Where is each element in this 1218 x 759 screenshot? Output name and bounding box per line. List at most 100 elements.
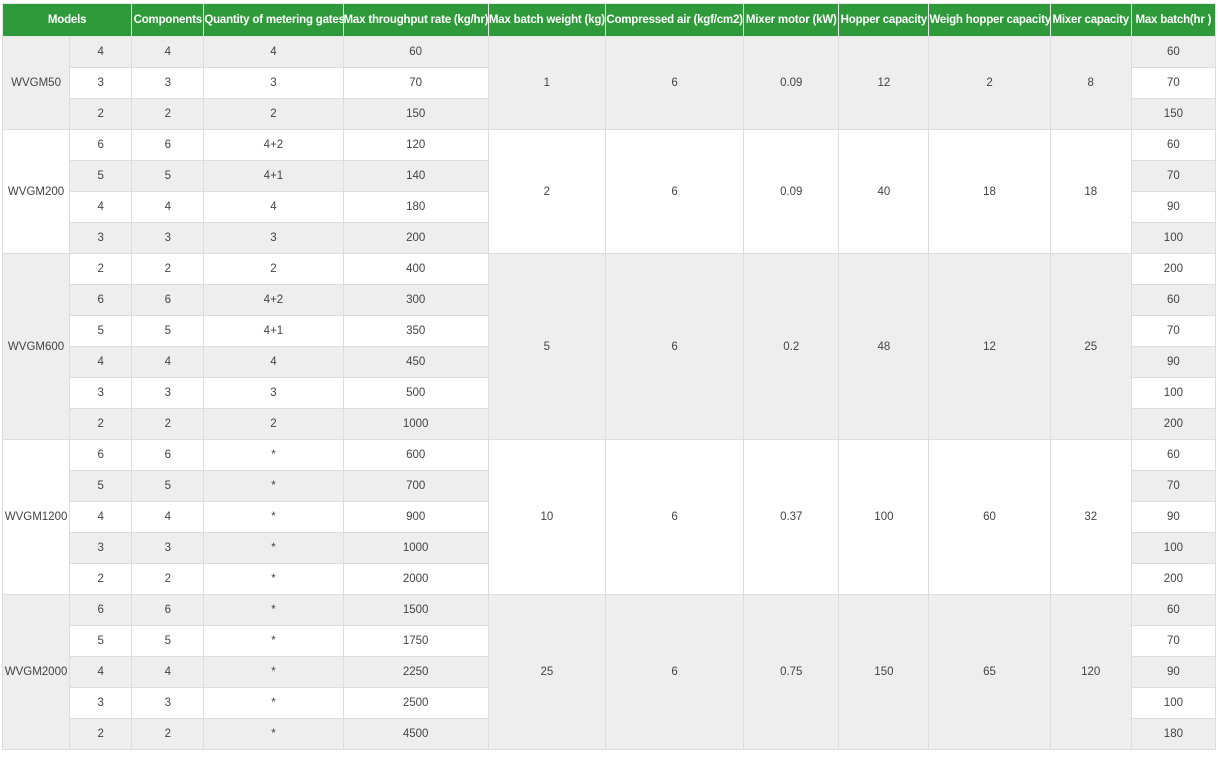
mixer-motor-cell: 0.75 bbox=[743, 594, 840, 750]
max-batch-hr-cell: 180 bbox=[1130, 718, 1217, 750]
row-number-cell: 2 bbox=[69, 98, 133, 130]
max-batch-hr-cell: 90 bbox=[1130, 501, 1217, 533]
components-cell: 2 bbox=[131, 408, 205, 440]
hopper-capacity-cell: 48 bbox=[838, 253, 930, 440]
model-name-cell: WVGM200 bbox=[1, 129, 71, 254]
header-row: Models Components Quantity of metering g… bbox=[1, 3, 1217, 37]
row-number-cell: 2 bbox=[69, 408, 133, 440]
compressed-air-cell: 6 bbox=[604, 36, 745, 130]
metering-gates-cell: 4 bbox=[203, 191, 344, 223]
throughput-cell: 150 bbox=[342, 98, 489, 130]
model-name-cell: WVGM1200 bbox=[1, 439, 71, 595]
metering-gates-cell: 3 bbox=[203, 222, 344, 254]
row-number-cell: 3 bbox=[69, 67, 133, 99]
row-number-cell: 2 bbox=[69, 253, 133, 285]
header-weigh-hopper-capacity: Weigh hopper capacity bbox=[928, 3, 1051, 37]
components-cell: 4 bbox=[131, 346, 205, 378]
header-max-batch-weight: Max batch weight (kg) bbox=[487, 3, 606, 37]
metering-gates-cell: 3 bbox=[203, 377, 344, 409]
throughput-cell: 60 bbox=[342, 36, 489, 68]
row-number-cell: 2 bbox=[69, 563, 133, 595]
throughput-cell: 2250 bbox=[342, 656, 489, 688]
metering-gates-cell: * bbox=[203, 594, 344, 626]
throughput-cell: 180 bbox=[342, 191, 489, 223]
throughput-cell: 300 bbox=[342, 284, 489, 316]
components-cell: 3 bbox=[131, 67, 205, 99]
max-batch-hr-cell: 60 bbox=[1130, 36, 1217, 68]
components-cell: 6 bbox=[131, 129, 205, 161]
compressed-air-cell: 6 bbox=[604, 253, 745, 440]
metering-gates-cell: 4 bbox=[203, 346, 344, 378]
max-batch-hr-cell: 200 bbox=[1130, 563, 1217, 595]
hopper-capacity-cell: 100 bbox=[838, 439, 930, 595]
header-mixer-motor: Mixer motor (kW) bbox=[743, 3, 840, 37]
components-cell: 5 bbox=[131, 160, 205, 192]
table-row: WVGM200 6 6 4+2 120 2 6 0.09 40 18 18 60 bbox=[1, 129, 1217, 254]
components-cell: 2 bbox=[131, 253, 205, 285]
metering-gates-cell: 4+1 bbox=[203, 315, 344, 347]
components-cell: 2 bbox=[131, 563, 205, 595]
row-number-cell: 3 bbox=[69, 532, 133, 564]
throughput-cell: 500 bbox=[342, 377, 489, 409]
components-cell: 2 bbox=[131, 718, 205, 750]
mixer-motor-cell: 0.2 bbox=[743, 253, 840, 440]
header-max-batch-hr: Max batch(hr ) bbox=[1130, 3, 1217, 37]
row-number-cell: 4 bbox=[69, 191, 133, 223]
header-max-throughput: Max throughput rate (kg/hr) bbox=[342, 3, 489, 37]
throughput-cell: 120 bbox=[342, 129, 489, 161]
hopper-capacity-cell: 150 bbox=[838, 594, 930, 750]
max-batch-weight-cell: 10 bbox=[487, 439, 606, 595]
specifications-table: Models Components Quantity of metering g… bbox=[1, 3, 1217, 750]
header-metering-gates: Quantity of metering gates bbox=[203, 3, 344, 37]
model-name-cell: WVGM50 bbox=[1, 36, 71, 130]
max-batch-hr-cell: 90 bbox=[1130, 346, 1217, 378]
throughput-cell: 2500 bbox=[342, 687, 489, 719]
table-body: WVGM50 4 4 4 60 1 6 0.09 12 2 8 60 3 3 3 70 70 2 2 2 150 150 W… bbox=[1, 36, 1217, 750]
metering-gates-cell: 4+1 bbox=[203, 160, 344, 192]
max-batch-hr-cell: 70 bbox=[1130, 315, 1217, 347]
max-batch-weight-cell: 5 bbox=[487, 253, 606, 440]
throughput-cell: 1000 bbox=[342, 532, 489, 564]
throughput-cell: 1500 bbox=[342, 594, 489, 626]
max-batch-weight-cell: 2 bbox=[487, 129, 606, 254]
throughput-cell: 140 bbox=[342, 160, 489, 192]
components-cell: 4 bbox=[131, 191, 205, 223]
metering-gates-cell: 4+2 bbox=[203, 284, 344, 316]
row-number-cell: 4 bbox=[69, 656, 133, 688]
metering-gates-cell: 3 bbox=[203, 67, 344, 99]
header-components: Components bbox=[131, 3, 205, 37]
throughput-cell: 1000 bbox=[342, 408, 489, 440]
max-batch-hr-cell: 70 bbox=[1130, 625, 1217, 657]
metering-gates-cell: * bbox=[203, 532, 344, 564]
metering-gates-cell: * bbox=[203, 470, 344, 502]
max-batch-weight-cell: 25 bbox=[487, 594, 606, 750]
metering-gates-cell: * bbox=[203, 501, 344, 533]
row-number-cell: 4 bbox=[69, 501, 133, 533]
components-cell: 3 bbox=[131, 377, 205, 409]
compressed-air-cell: 6 bbox=[604, 129, 745, 254]
mixer-motor-cell: 0.09 bbox=[743, 129, 840, 254]
weigh-hopper-capacity-cell: 2 bbox=[928, 36, 1051, 130]
throughput-cell: 2000 bbox=[342, 563, 489, 595]
components-cell: 5 bbox=[131, 470, 205, 502]
max-batch-hr-cell: 60 bbox=[1130, 594, 1217, 626]
metering-gates-cell: * bbox=[203, 687, 344, 719]
max-batch-hr-cell: 70 bbox=[1130, 160, 1217, 192]
components-cell: 3 bbox=[131, 532, 205, 564]
row-number-cell: 5 bbox=[69, 315, 133, 347]
components-cell: 4 bbox=[131, 36, 205, 68]
throughput-cell: 400 bbox=[342, 253, 489, 285]
weigh-hopper-capacity-cell: 60 bbox=[928, 439, 1051, 595]
table-row: WVGM2000 6 6 * 1500 25 6 0.75 150 65 120 60 bbox=[1, 594, 1217, 750]
throughput-cell: 350 bbox=[342, 315, 489, 347]
metering-gates-cell: * bbox=[203, 563, 344, 595]
max-batch-hr-cell: 70 bbox=[1130, 67, 1217, 99]
table-row: WVGM1200 6 6 * 600 10 6 0.37 100 60 32 60 bbox=[1, 439, 1217, 595]
compressed-air-cell: 6 bbox=[604, 594, 745, 750]
metering-gates-cell: * bbox=[203, 439, 344, 471]
model-name-cell: WVGM600 bbox=[1, 253, 71, 440]
max-batch-hr-cell: 100 bbox=[1130, 222, 1217, 254]
model-name-cell: WVGM2000 bbox=[1, 594, 71, 750]
row-number-cell: 5 bbox=[69, 470, 133, 502]
mixer-capacity-cell: 25 bbox=[1049, 253, 1132, 440]
